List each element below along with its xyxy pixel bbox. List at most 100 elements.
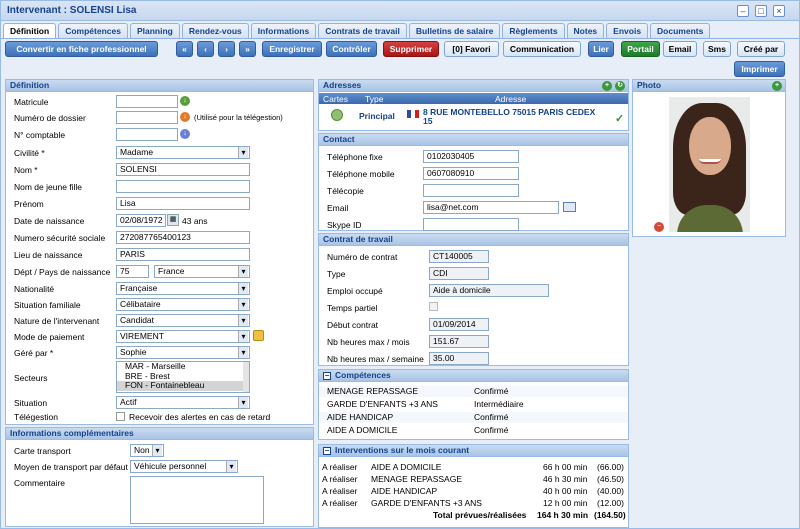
secteurs-scrollbar[interactable] [243, 362, 249, 392]
close-icon[interactable]: × [773, 5, 785, 17]
tab-planning[interactable]: Planning [129, 23, 180, 38]
nature-select[interactable]: Candidat [116, 314, 250, 327]
tab-reglements[interactable]: Règlements [502, 23, 565, 38]
first-button[interactable]: « [176, 41, 193, 57]
competence-name: AIDE A DOMICILE [327, 425, 398, 435]
skype-input[interactable] [423, 218, 519, 231]
tab-bulletins[interactable]: Bulletins de salaire [408, 23, 501, 38]
convert-button[interactable]: Convertir en fiche professionnel [5, 41, 158, 57]
competences-header: − Compétences [319, 370, 628, 382]
minimize-icon[interactable]: – [737, 5, 749, 17]
mobile-input[interactable]: 0607080910 [423, 167, 519, 180]
tab-documents[interactable]: Documents [650, 23, 711, 38]
communication-button[interactable]: Communication [503, 41, 581, 57]
delete-button[interactable]: Supprimer [383, 41, 439, 57]
pays-select[interactable]: France [154, 265, 250, 278]
table-row[interactable]: GARDE D'ENFANTS +3 ANS Intermédiaire [319, 399, 628, 410]
situation-select[interactable]: Célibataire [116, 298, 250, 311]
maximize-icon[interactable]: □ [755, 5, 767, 17]
print-button[interactable]: Imprimer [734, 61, 785, 77]
calendar-icon[interactable]: ▦ [167, 214, 179, 226]
table-row[interactable]: AIDE HANDICAP Confirmé [319, 412, 628, 423]
civilite-select[interactable]: Madame [116, 146, 250, 159]
table-row[interactable]: A réaliser MENAGE REPASSAGE 46 h 30 min (46… [319, 474, 628, 485]
tab-competences[interactable]: Compétences [58, 23, 128, 38]
dossier-note: (Utilisé pour la télégestion) [194, 113, 283, 122]
secteurs-label: Secteurs [14, 373, 48, 383]
paiement-select[interactable]: VIREMENT [116, 330, 250, 343]
interventions-panel: − Interventions sur le mois courant A réa… [318, 444, 629, 528]
teleg-checkbox[interactable] [116, 412, 125, 421]
table-row[interactable]: A réaliser AIDE A DOMICILE 66 h 00 min (66.… [319, 462, 628, 473]
duration: 12 h 00 min [543, 498, 588, 508]
prev-button[interactable]: ‹ [197, 41, 214, 57]
delete-photo-icon[interactable]: − [654, 222, 664, 232]
lier-button[interactable]: Lier [588, 41, 614, 57]
comment-textarea[interactable] [130, 476, 264, 524]
collapse-icon[interactable]: − [323, 372, 331, 380]
secteurs-list[interactable]: MAR - Marseille BRE - Brest FON - Fontai… [116, 361, 250, 393]
dossier-input[interactable] [116, 111, 178, 124]
arrow-down-green-icon[interactable]: ↓ [180, 96, 190, 106]
moyen-select[interactable]: Véhicule personnel [130, 460, 238, 473]
last-button[interactable]: » [239, 41, 256, 57]
email-input[interactable]: lisa@net.com [423, 201, 559, 214]
matricule-input[interactable] [116, 95, 178, 108]
tab-rendez-vous[interactable]: Rendez-vous [181, 23, 249, 38]
email-button[interactable]: Email [663, 41, 697, 57]
photo-panel: Photo + − [632, 79, 786, 237]
situation2-select[interactable]: Actif [116, 396, 250, 409]
comptable-input[interactable] [116, 128, 178, 141]
gere-select[interactable]: Sophie [116, 346, 250, 359]
tab-envois[interactable]: Envois [606, 23, 649, 38]
address-type: Principal [359, 111, 395, 121]
table-row[interactable]: A réaliser AIDE HANDICAP 40 h 00 min (40.00… [319, 486, 628, 497]
lieu-input[interactable]: PARIS [116, 248, 250, 261]
info-panel: Informations complémentaires Carte trans… [5, 427, 314, 527]
prenom-input[interactable]: Lisa [116, 197, 250, 210]
jeune-fille-input[interactable] [116, 180, 250, 193]
tab-informations[interactable]: Informations [250, 23, 317, 38]
table-row[interactable]: A réaliser GARDE D'ENFANTS +3 ANS 12 h 00 … [319, 498, 628, 509]
table-row[interactable]: MENAGE REPASSAGE Confirmé [319, 386, 628, 397]
refresh-icon[interactable]: ↻ [615, 81, 625, 91]
check-button[interactable]: Contrôler [326, 41, 377, 57]
tab-contrats[interactable]: Contrats de travail [318, 23, 407, 38]
tab-notes[interactable]: Notes [566, 23, 605, 38]
save-button[interactable]: Enregistrer [262, 41, 322, 57]
nationalite-select[interactable]: Française [116, 282, 250, 295]
send-email-icon[interactable] [563, 202, 576, 212]
duration: 46 h 30 min [543, 474, 588, 484]
contact-panel: Contact Téléphone fixe 0102030405 Téléph… [318, 133, 629, 231]
edit-paiement-icon[interactable] [253, 330, 264, 341]
nom-input[interactable]: SOLENSI [116, 163, 250, 176]
collapse-icon[interactable]: − [323, 447, 331, 455]
competence-level: Confirmé [474, 386, 509, 396]
map-icon[interactable] [331, 109, 343, 121]
situation2-label: Situation [14, 398, 48, 408]
arrow-down-orange-icon[interactable]: ↓ [180, 112, 190, 122]
fax-input[interactable] [423, 184, 519, 197]
tab-definition[interactable]: Définition [3, 23, 57, 38]
address-text[interactable]: 8 RUE MONTEBELLO 75015 PARIS CEDEX 15 [405, 108, 605, 126]
add-address-icon[interactable]: + [602, 81, 612, 91]
carte-select[interactable]: Non [130, 444, 164, 457]
arrow-down-blue-icon[interactable]: ↓ [180, 129, 190, 139]
add-photo-icon[interactable]: + [772, 81, 782, 91]
favori-button[interactable]: [0] Favori [444, 41, 499, 57]
secu-input[interactable]: 272087765400123 [116, 231, 250, 244]
col-type: Type [365, 94, 384, 104]
competences-title: Compétences [335, 370, 391, 380]
mois-label: Nb heures max / mois [327, 337, 410, 347]
cree-par-button[interactable]: Créé par [737, 41, 785, 57]
naissance-input[interactable]: 02/08/1972 [116, 214, 166, 227]
nom-label: Nom * [14, 165, 38, 175]
table-row[interactable]: AIDE A DOMICILE Confirmé [319, 425, 628, 436]
dept-input[interactable]: 75 [116, 265, 149, 278]
fixe-input[interactable]: 0102030405 [423, 150, 519, 163]
secteur-item-selected[interactable]: FON - Fontainebleau [117, 380, 249, 391]
sms-button[interactable]: Sms [703, 41, 731, 57]
col-cartes: Cartes [323, 94, 349, 104]
portail-button[interactable]: Portail [621, 41, 660, 57]
next-button[interactable]: › [218, 41, 235, 57]
